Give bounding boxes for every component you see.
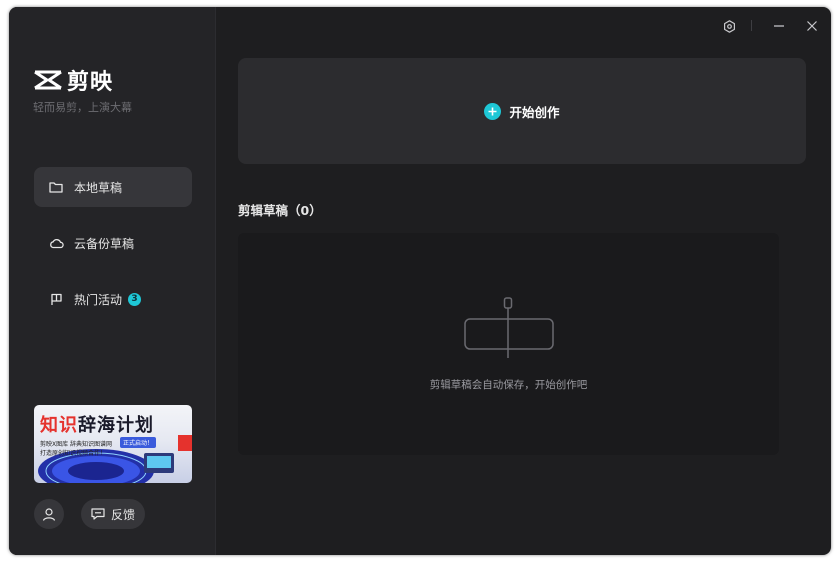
settings-icon <box>723 19 735 33</box>
feedback-button[interactable]: 反馈 <box>81 499 145 529</box>
banner-title: 知识辞海计划 <box>40 415 154 436</box>
start-creation-label: 开始创作 <box>509 104 560 120</box>
close-button[interactable] <box>803 17 821 35</box>
capcut-logo-icon <box>34 70 62 90</box>
close-icon <box>807 21 817 31</box>
drafts-panel: 剪辑草稿会自动保存，开始创作吧 <box>238 233 779 455</box>
settings-button[interactable] <box>720 17 738 35</box>
banner-tag: 正式启动！ <box>120 437 157 448</box>
minimize-button[interactable] <box>770 17 788 35</box>
start-creation-button[interactable]: 开始创作 <box>238 58 806 164</box>
minimize-icon <box>774 25 784 27</box>
message-icon <box>91 508 105 520</box>
user-avatar-button[interactable] <box>34 499 64 529</box>
app-window: 剪映 轻而易剪，上演大幕 本地草稿 云备份草稿 热门活动 3 知识辞海计划 剪映… <box>9 7 831 555</box>
sidebar-item-hot-events[interactable]: 热门活动 3 <box>34 279 192 319</box>
sidebar-item-label: 云备份草稿 <box>74 236 135 251</box>
flag-icon <box>48 291 64 307</box>
empty-drafts-message: 剪辑草稿会自动保存，开始创作吧 <box>429 379 588 391</box>
drafts-section-title: 剪辑草稿（0） <box>238 203 322 218</box>
app-slogan: 轻而易剪，上演大幕 <box>33 101 132 114</box>
sidebar-item-local-drafts[interactable]: 本地草稿 <box>34 167 192 207</box>
app-name: 剪映 <box>67 70 114 95</box>
sidebar-item-cloud-drafts[interactable]: 云备份草稿 <box>34 223 192 263</box>
notification-badge: 3 <box>128 292 142 306</box>
sidebar-item-label: 热门活动 <box>74 292 123 307</box>
plus-icon <box>484 102 502 120</box>
titlebar-divider <box>751 20 752 31</box>
folder-icon <box>48 179 64 195</box>
banner-subtitle-2: 打造原创知识视频合作！ <box>40 450 107 457</box>
cloud-icon <box>48 235 64 251</box>
user-icon <box>42 508 56 521</box>
sidebar: 剪映 轻而易剪，上演大幕 本地草稿 云备份草稿 热门活动 3 知识辞海计划 剪映… <box>9 7 216 555</box>
banner-subtitle: 剪映X图库 辞典知识图谱网 <box>40 441 113 448</box>
sidebar-item-label: 本地草稿 <box>74 180 123 195</box>
promo-banner[interactable]: 知识辞海计划 剪映X图库 辞典知识图谱网 正式启动！ 打造原创知识视频合作！ <box>34 405 192 483</box>
feedback-label: 反馈 <box>110 507 135 522</box>
empty-timeline-icon <box>464 297 554 358</box>
app-logo: 剪映 <box>33 64 113 96</box>
